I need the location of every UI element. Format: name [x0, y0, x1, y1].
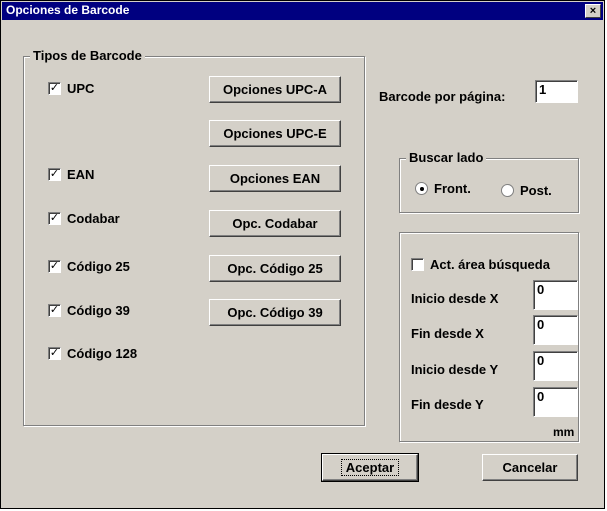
start-x-label: Inicio desde X [411, 291, 499, 306]
start-y-input[interactable]: 0 [533, 351, 578, 381]
checkbox-codigo-25[interactable]: ✓ Código 25 [48, 259, 130, 274]
end-y-label: Fin desde Y [411, 397, 484, 412]
accept-button[interactable]: Aceptar [321, 453, 419, 482]
start-x-input[interactable]: 0 [533, 280, 578, 310]
end-x-label: Fin desde X [411, 326, 484, 341]
check-icon[interactable]: ✓ [48, 304, 61, 317]
check-icon[interactable]: ✓ [48, 82, 61, 95]
options-codabar-button[interactable]: Opc. Codabar [209, 210, 341, 237]
options-codigo-39-button[interactable]: Opc. Código 39 [209, 299, 341, 326]
radio-post[interactable]: Post. [501, 183, 552, 198]
title-bar[interactable]: Opciones de Barcode × [2, 2, 603, 20]
radio-label: Front. [434, 181, 471, 196]
check-icon[interactable]: ✓ [48, 212, 61, 225]
checkbox-codabar[interactable]: ✓ Codabar [48, 211, 120, 226]
options-upc-a-button[interactable]: Opciones UPC-A [209, 76, 341, 103]
unit-label: mm [553, 425, 575, 439]
close-button[interactable]: × [585, 4, 601, 18]
end-y-input[interactable]: 0 [533, 387, 578, 417]
check-icon[interactable]: ✓ [48, 260, 61, 273]
window-title: Opciones de Barcode [6, 3, 130, 17]
accept-button-label: Aceptar [340, 459, 400, 476]
radio-selected-icon[interactable] [415, 182, 428, 195]
barcode-types-group: Tipos de Barcode [23, 48, 365, 426]
checkbox-upc[interactable]: ✓ UPC [48, 81, 94, 96]
checkbox-label: EAN [67, 167, 95, 182]
options-codigo-25-button[interactable]: Opc. Código 25 [209, 255, 341, 282]
search-side-legend: Buscar lado [406, 150, 487, 165]
start-y-label: Inicio desde Y [411, 362, 499, 377]
options-upc-e-button[interactable]: Opciones UPC-E [209, 120, 341, 147]
barcode-types-legend: Tipos de Barcode [30, 48, 145, 63]
checkbox-ean[interactable]: ✓ EAN [48, 167, 94, 182]
radio-unselected-icon[interactable] [501, 184, 514, 197]
end-x-input[interactable]: 0 [533, 315, 578, 345]
check-icon[interactable]: ✓ [48, 168, 61, 181]
checkbox-label: Codabar [67, 211, 120, 226]
per-page-label: Barcode por página: [379, 89, 506, 104]
options-ean-button[interactable]: Opciones EAN [209, 165, 341, 192]
radio-label: Post. [520, 183, 552, 198]
barcode-options-dialog: Opciones de Barcode × Tipos de Barcode ✓… [0, 0, 605, 509]
radio-front[interactable]: Front. [415, 181, 471, 196]
checkbox-label: Código 39 [67, 303, 130, 318]
checkbox-label: Código 128 [67, 346, 138, 361]
per-page-input[interactable]: 1 [535, 80, 578, 103]
checkbox-codigo-39[interactable]: ✓ Código 39 [48, 303, 130, 318]
check-icon[interactable]: ✓ [48, 347, 61, 360]
checkbox-label: Act. área búsqueda [430, 257, 550, 272]
checkbox-enable-search-area[interactable]: Act. área búsqueda [411, 257, 550, 272]
checkbox-empty-icon[interactable] [411, 258, 424, 271]
checkbox-label: UPC [67, 81, 95, 96]
checkbox-label: Código 25 [67, 259, 130, 274]
checkbox-codigo-128[interactable]: ✓ Código 128 [48, 346, 137, 361]
cancel-button[interactable]: Cancelar [482, 454, 578, 481]
